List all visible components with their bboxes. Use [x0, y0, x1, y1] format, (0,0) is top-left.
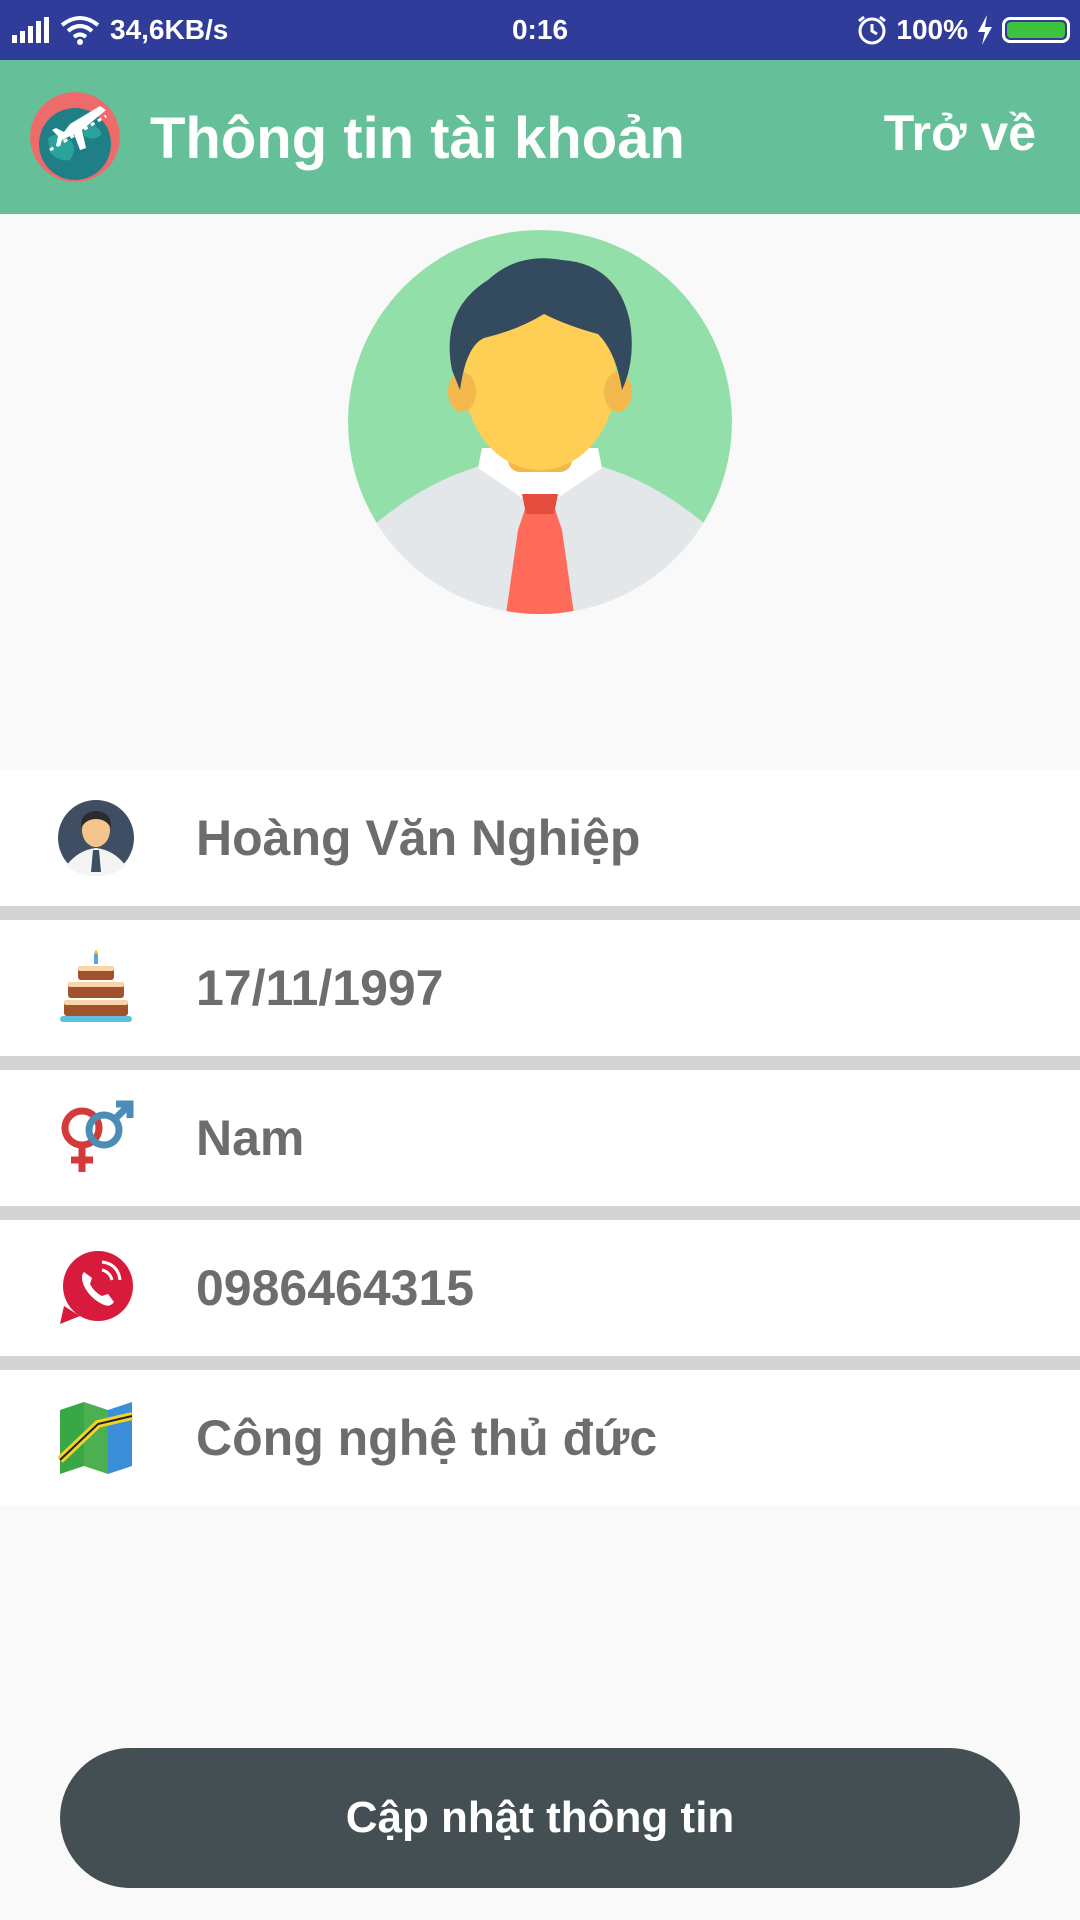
birthday-row[interactable]: 17/11/1997 — [0, 920, 1080, 1070]
page-title: Thông tin tài khoản — [150, 106, 685, 171]
gender-icon — [58, 1100, 134, 1176]
charging-icon — [978, 15, 992, 45]
back-button[interactable]: Trở về — [884, 98, 1036, 168]
phone-value: 0986464315 — [196, 1260, 475, 1316]
gender-value: Nam — [196, 1110, 305, 1166]
birthday-value: 17/11/1997 — [196, 960, 444, 1016]
battery-icon — [1002, 17, 1070, 43]
profile-avatar[interactable] — [348, 230, 732, 614]
cake-icon — [58, 950, 134, 1026]
full-name-value: Hoàng Văn Nghiệp — [196, 810, 641, 866]
address-row[interactable]: Công nghệ thủ đức — [0, 1370, 1080, 1506]
map-icon — [57, 1400, 134, 1476]
status-right: 100% — [856, 0, 1070, 60]
gender-row[interactable]: Nam — [0, 1070, 1080, 1220]
user-icon — [58, 800, 134, 876]
status-bar: 34,6KB/s 0:16 100% — [0, 0, 1080, 60]
name-row[interactable]: Hoàng Văn Nghiệp — [0, 770, 1080, 920]
alarm-icon — [858, 15, 887, 45]
profile-info-list: Hoàng Văn Nghiệp 17/11/1997 Nam 09864643… — [0, 770, 1080, 1506]
status-time: 0:16 — [511, 14, 569, 45]
phone-row[interactable]: 0986464315 — [0, 1220, 1080, 1370]
battery-percent: 100% — [896, 14, 968, 45]
address-value: Công nghệ thủ đức — [196, 1410, 658, 1466]
app-bar: Thông tin tài khoản Trở về — [0, 60, 1080, 214]
globe-airplane-icon — [30, 92, 120, 182]
update-info-button[interactable]: Cập nhật thông tin — [60, 1748, 1020, 1888]
battery-level — [1007, 22, 1065, 38]
phone-icon — [58, 1250, 134, 1326]
